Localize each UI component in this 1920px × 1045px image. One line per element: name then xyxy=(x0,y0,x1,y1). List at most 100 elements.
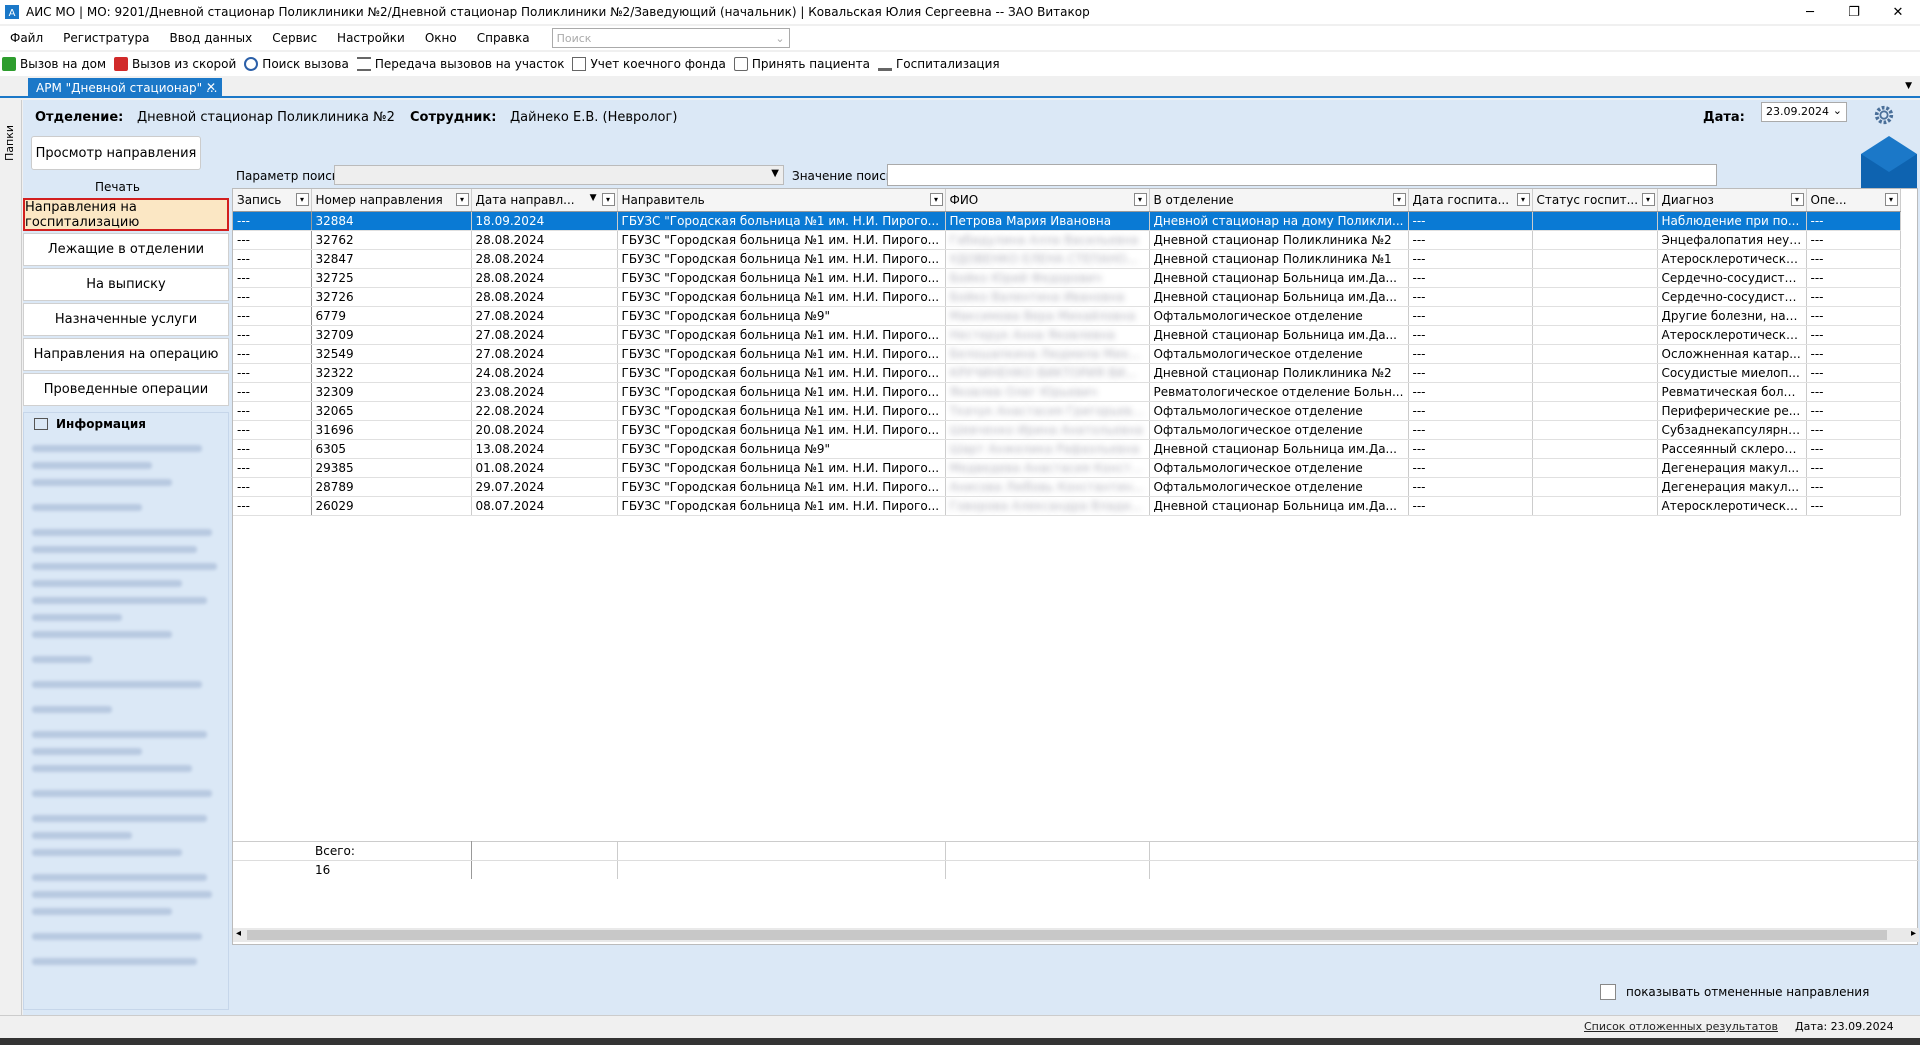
nav-assigned-services[interactable]: Назначенные услуги xyxy=(23,303,229,336)
ambulance-call-label: Вызов из скорой xyxy=(132,57,237,71)
cell-patient-name: Бойко Юрий Федорович xyxy=(945,268,1150,288)
filter-dropdown-icon[interactable]: ▾ xyxy=(1392,193,1406,206)
nav-hospitalization-referrals[interactable]: Направления на госпитализацию xyxy=(23,198,229,231)
left-nav: Направления на госпитализацию Лежащие в … xyxy=(23,198,229,408)
nav-discharge[interactable]: На выписку xyxy=(23,268,229,301)
cell-record: --- xyxy=(233,496,312,516)
cell-hospitalization-status xyxy=(1532,306,1658,326)
menu-settings[interactable]: Настройки xyxy=(327,31,415,45)
table-row[interactable]: --- 31696 20.08.2024 ГБУЗС "Городская больн… xyxy=(233,420,1901,440)
table-row[interactable]: --- 32322 24.08.2024 ГБУЗС "Городская больн… xyxy=(233,363,1901,383)
column-header-patient-name[interactable]: ФИО ▾ xyxy=(945,189,1150,212)
filter-dropdown-icon[interactable]: ▾ xyxy=(1790,193,1804,206)
filter-dropdown-icon[interactable]: ▾ xyxy=(1884,193,1898,206)
table-row[interactable]: --- 32762 28.08.2024 ГБУЗС "Городская больн… xyxy=(233,230,1901,250)
filter-dropdown-icon[interactable]: ▾ xyxy=(455,193,469,206)
scroll-right-icon[interactable]: ▸ xyxy=(1911,928,1916,939)
tab-day-hospital[interactable]: АРМ "Дневной стационар" ... ✕ xyxy=(28,78,222,98)
scrollbar-thumb[interactable] xyxy=(247,930,1887,940)
table-row[interactable]: --- 28789 29.07.2024 ГБУЗС "Городская больн… xyxy=(233,477,1901,497)
menu-help[interactable]: Справка xyxy=(467,31,540,45)
menu-service[interactable]: Сервис xyxy=(262,31,327,45)
cell-operation: --- xyxy=(1806,439,1901,459)
house-call-button[interactable]: Вызов на дом xyxy=(0,57,112,71)
filter-dropdown-icon[interactable]: ▾ xyxy=(1641,193,1655,206)
table-row[interactable]: --- 6305 13.08.2024 ГБУЗС "Городская больни… xyxy=(233,439,1901,459)
table-row[interactable]: --- 29385 01.08.2024 ГБУЗС "Городская больн… xyxy=(233,458,1901,478)
table-row[interactable]: --- 32725 28.08.2024 ГБУЗС "Городская больн… xyxy=(233,268,1901,288)
filter-dropdown-icon[interactable]: ▾ xyxy=(1516,193,1530,206)
table-row[interactable]: --- 32726 28.08.2024 ГБУЗС "Городская больн… xyxy=(233,287,1901,307)
cell-referral-date: 28.08.2024 xyxy=(471,287,618,307)
horizontal-scrollbar[interactable]: ◂ ▸ xyxy=(233,928,1919,942)
accept-patient-button[interactable]: Принять пациента xyxy=(732,57,876,71)
table-row[interactable]: --- 32549 27.08.2024 ГБУЗС "Городская больн… xyxy=(233,344,1901,364)
table-row[interactable]: --- 32847 28.08.2024 ГБУЗС "Городская больн… xyxy=(233,249,1901,269)
table-row[interactable]: --- 32309 23.08.2024 ГБУЗС "Городская больн… xyxy=(233,382,1901,402)
search-call-button[interactable]: Поиск вызова xyxy=(242,57,355,71)
cell-target-department: Офтальмологическое отделение xyxy=(1149,458,1409,478)
column-header-label: Дата госпита... xyxy=(1412,192,1510,207)
folders-side-panel[interactable]: Папки xyxy=(0,100,22,1015)
column-header-referral-date[interactable]: Дата направл... ▼ ▾ xyxy=(471,189,618,212)
menu-window[interactable]: Окно xyxy=(415,31,467,45)
show-cancelled-toggle[interactable]: показывать отмененные направления xyxy=(1600,984,1869,1000)
column-header-referral-number[interactable]: Номер направления ▾ xyxy=(311,189,472,212)
table-row[interactable]: --- 32884 18.09.2024 ГБУЗС "Городская больн… xyxy=(233,211,1901,231)
column-header-hospitalization-date[interactable]: Дата госпита... ▾ xyxy=(1408,189,1533,212)
info-icon xyxy=(34,418,48,430)
tab-list-chevron-icon[interactable]: ▼ xyxy=(1905,81,1912,91)
table-row[interactable]: --- 32709 27.08.2024 ГБУЗС "Городская больн… xyxy=(233,325,1901,345)
cell-referral-number: 31696 xyxy=(311,420,472,440)
close-window-button[interactable]: ✕ xyxy=(1876,0,1920,24)
column-header-diagnosis[interactable]: Диагноз ▾ xyxy=(1657,189,1807,212)
menu-data-entry[interactable]: Ввод данных xyxy=(160,31,263,45)
accept-patient-label: Принять пациента xyxy=(751,57,870,71)
ambulance-call-button[interactable]: Вызов из скорой xyxy=(112,57,242,71)
view-referral-button[interactable]: Просмотр направления xyxy=(31,136,201,170)
menu-registry[interactable]: Регистратура xyxy=(53,31,159,45)
total-value: 16 xyxy=(315,863,331,877)
column-header-referrer[interactable]: Направитель ▾ xyxy=(617,189,946,212)
cell-hospitalization-status xyxy=(1532,420,1658,440)
table-row[interactable]: --- 26029 08.07.2024 ГБУЗС "Городская больн… xyxy=(233,496,1901,516)
nav-performed-surgeries[interactable]: Проведенные операции xyxy=(23,373,229,406)
bed-fund-button[interactable]: Учет коечного фонда xyxy=(570,57,731,71)
filter-dropdown-icon[interactable]: ▾ xyxy=(295,193,309,206)
show-cancelled-checkbox[interactable] xyxy=(1600,984,1616,1000)
gear-icon[interactable] xyxy=(1873,104,1895,126)
close-tab-icon[interactable]: ✕ xyxy=(206,80,216,94)
cell-operation: --- xyxy=(1806,325,1901,345)
column-header-hospitalization-status[interactable]: Статус госпит... ▾ xyxy=(1532,189,1658,212)
table-row[interactable]: --- 6779 27.08.2024 ГБУЗС "Городская больни… xyxy=(233,306,1901,326)
filter-dropdown-icon[interactable]: ▾ xyxy=(601,193,615,206)
cell-operation: --- xyxy=(1806,344,1901,364)
cell-referral-date: 27.08.2024 xyxy=(471,344,618,364)
date-picker[interactable]: 23.09.2024 ⌄ xyxy=(1761,102,1847,122)
hospitalization-button[interactable]: Госпитализация xyxy=(876,57,1006,71)
filter-dropdown-icon[interactable]: ▾ xyxy=(929,193,943,206)
minimize-button[interactable]: ─ xyxy=(1788,0,1832,24)
table-row[interactable]: --- 32065 22.08.2024 ГБУЗС "Городская больн… xyxy=(233,401,1901,421)
cell-referral-number: 32725 xyxy=(311,268,472,288)
nav-inpatients[interactable]: Лежащие в отделении xyxy=(23,233,229,266)
cell-referral-number: 26029 xyxy=(311,496,472,516)
menu-search-input[interactable]: Поиск ⌄ xyxy=(551,28,790,48)
cell-diagnosis: Дегенерация макул... xyxy=(1657,458,1807,478)
column-header-target-department[interactable]: В отделение ▾ xyxy=(1149,189,1409,212)
search-call-icon xyxy=(244,57,259,71)
nav-surgery-referrals[interactable]: Направления на операцию xyxy=(23,338,229,371)
total-label: Всего: xyxy=(315,844,355,858)
search-param-select[interactable]: ▼ xyxy=(334,165,784,185)
menu-file[interactable]: Файл xyxy=(0,31,53,45)
scroll-left-icon[interactable]: ◂ xyxy=(236,928,241,939)
search-value-input[interactable] xyxy=(887,164,1717,186)
cell-target-department: Дневной стационар Больница им.Да... xyxy=(1149,496,1409,516)
maximize-button[interactable]: ❐ xyxy=(1832,0,1876,24)
transfer-calls-button[interactable]: Передача вызовов на участок xyxy=(355,57,571,71)
column-header-label: ФИО xyxy=(949,192,979,207)
filter-dropdown-icon[interactable]: ▾ xyxy=(1133,193,1147,206)
column-header-operation[interactable]: Опе... ▾ xyxy=(1806,189,1901,212)
column-header-record[interactable]: Запись ▾ xyxy=(233,189,312,212)
pending-results-link[interactable]: Список отложенных результатов xyxy=(1584,1020,1778,1033)
